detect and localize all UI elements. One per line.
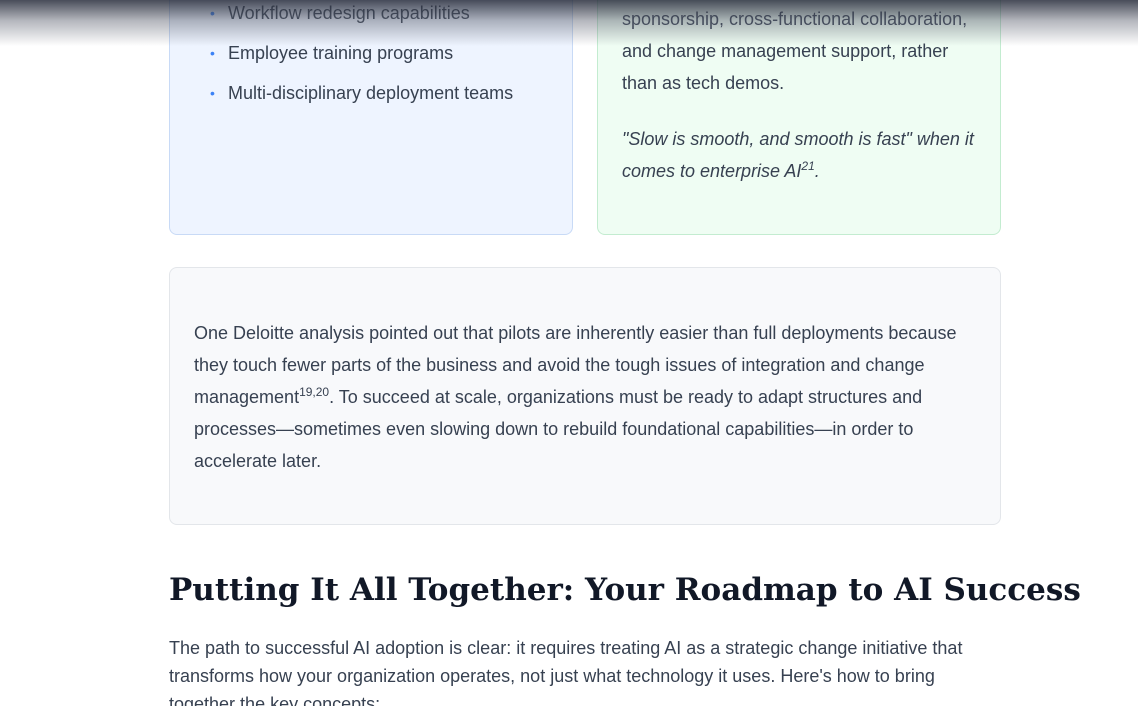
capabilities-list: • Workflow redesign capabilities • Emplo… bbox=[210, 0, 514, 113]
note-part-2: . To succeed at scale, organizations mus… bbox=[194, 387, 923, 471]
quote-text: "Slow is smooth, and smooth is fast" whe… bbox=[622, 129, 974, 181]
list-item-label: Workflow redesign capabilities bbox=[228, 3, 470, 23]
section-intro: The path to successful AI adoption is cl… bbox=[169, 638, 963, 706]
list-item: • Employee training programs bbox=[210, 33, 513, 73]
quote-reference: 21 bbox=[801, 159, 815, 173]
approach-quote: "Slow is smooth, and smooth is fast" whe… bbox=[622, 123, 982, 187]
list-item-label: Employee training programs bbox=[228, 43, 454, 63]
quote-end: . bbox=[814, 161, 820, 181]
list-item: • Multi-disciplinary deployment teams bbox=[210, 73, 514, 113]
deloitte-note-text: One Deloitte analysis pointed out that p… bbox=[194, 317, 984, 477]
bullet-icon: • bbox=[210, 5, 215, 21]
bullet-icon: • bbox=[210, 85, 215, 101]
list-item: • Workflow redesign capabilities bbox=[210, 0, 513, 33]
deloitte-note-card: One Deloitte analysis pointed out that p… bbox=[169, 267, 1001, 525]
bullet-icon: • bbox=[210, 45, 215, 61]
section-heading: Putting It All Together: Your Roadmap to… bbox=[169, 572, 1081, 608]
note-reference: 19,20 bbox=[299, 385, 330, 399]
approach-card: sponsorship, cross-functional collaborat… bbox=[597, 0, 1001, 235]
list-item-label: Multi-disciplinary deployment teams bbox=[228, 83, 514, 103]
capabilities-card: • Workflow redesign capabilities • Emplo… bbox=[169, 0, 573, 235]
approach-text: sponsorship, cross-functional collaborat… bbox=[622, 9, 968, 93]
